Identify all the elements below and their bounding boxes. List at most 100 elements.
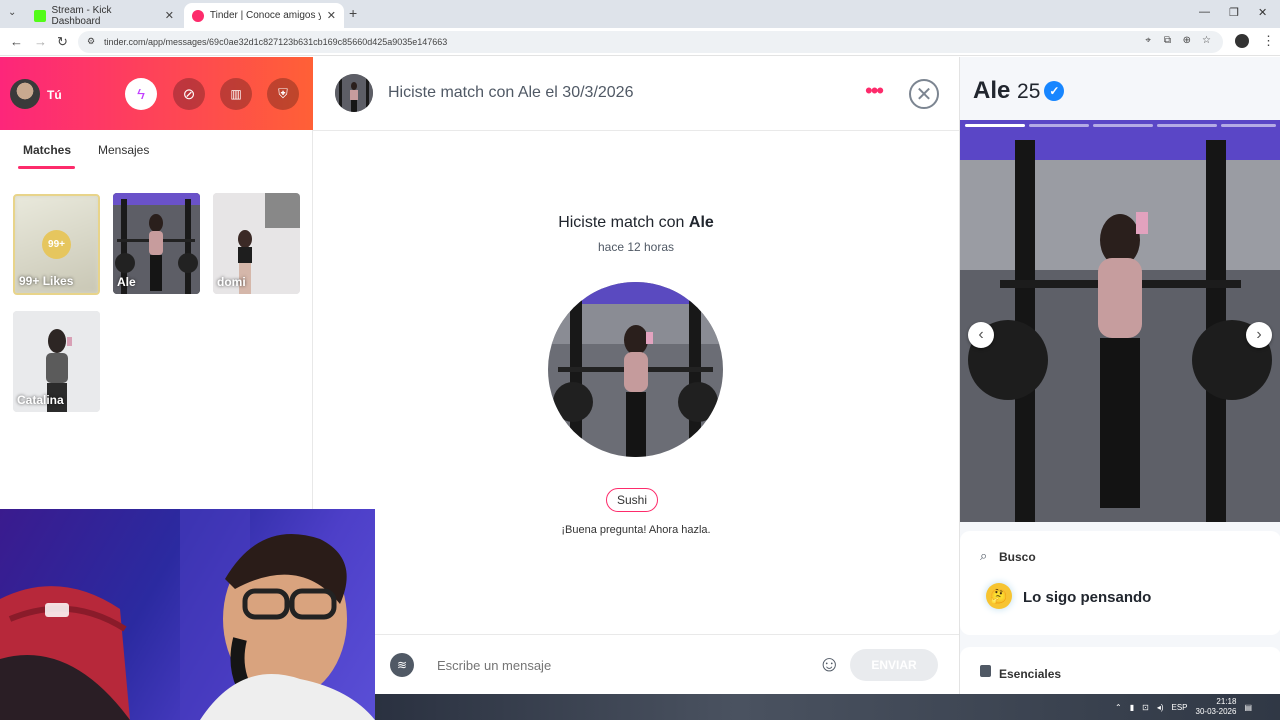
- match-photo-image: [548, 282, 723, 457]
- match-card-ale[interactable]: Ale: [113, 193, 200, 294]
- sidebar-tabs: Matches Mensajes: [0, 130, 313, 170]
- network-icon[interactable]: ⊡: [1142, 703, 1149, 712]
- volume-icon[interactable]: ◂): [1157, 703, 1164, 712]
- message-composer: ≋ ☺ ENVIAR: [375, 634, 959, 694]
- profile-panel: Ale 25 ✓ ‹ › ⌕ Busco 🤔 Lo sigo pensando …: [959, 57, 1280, 707]
- windows-taskbar: ⌃ ▮ ⊡ ◂) ESP 21:18 30-03-2026 ▤: [375, 694, 1280, 720]
- send-button[interactable]: ENVIAR: [850, 649, 938, 681]
- zoom-icon[interactable]: ⊕: [1183, 35, 1191, 46]
- browser-menu-icon[interactable]: ⋮: [1262, 33, 1275, 49]
- match-name: Catalina: [17, 393, 64, 407]
- message-input[interactable]: [437, 653, 807, 677]
- tab-label: Stream - Kick Dashboard: [51, 4, 112, 27]
- tab-kick-dashboard[interactable]: Stream - Kick Dashboard ✕: [26, 3, 182, 28]
- topic-chip[interactable]: Sushi: [606, 488, 659, 512]
- battery-icon[interactable]: ▮: [1130, 703, 1134, 712]
- boost-button[interactable]: ϟ: [125, 78, 157, 110]
- match-card-domi[interactable]: domi: [213, 193, 300, 294]
- tab-tinder[interactable]: Tinder | Conoce amigos y gente ✕: [184, 3, 344, 28]
- profile-avatar-icon[interactable]: [1235, 34, 1249, 48]
- looking-for-value: Lo sigo pensando: [1023, 589, 1152, 606]
- chevron-right-icon: ›: [1256, 326, 1262, 343]
- match-profile-photo[interactable]: [548, 282, 723, 457]
- url-text: tinder.com/app/messages/69c0ae32d1c82712…: [104, 37, 448, 47]
- profile-photo: [960, 120, 1280, 522]
- close-chat-button[interactable]: ✕: [909, 79, 939, 109]
- photo-indicator: [1157, 124, 1217, 127]
- kick-favicon-icon: [34, 9, 46, 22]
- briefcase-icon: ▥: [230, 87, 242, 101]
- minimize-icon[interactable]: —: [1199, 6, 1210, 18]
- id-card-icon: [980, 665, 991, 677]
- webcam-feed: [0, 509, 375, 720]
- back-icon[interactable]: ←: [10, 34, 23, 49]
- likes-count-badge: 99+: [42, 230, 71, 259]
- lightning-icon: ϟ: [137, 85, 145, 103]
- safety-button[interactable]: ⛨: [267, 78, 299, 110]
- essentials-label: Esenciales: [999, 667, 1062, 681]
- close-tab-icon[interactable]: ✕: [327, 9, 336, 22]
- match-time: hace 12 horas: [597, 240, 675, 254]
- location-icon[interactable]: ⌖: [1145, 35, 1151, 46]
- sidebar-header: Tú ϟ ⊘ ▥ ⛨: [0, 57, 313, 130]
- webcam-overlay: [0, 509, 375, 720]
- compass-icon: ⊘: [182, 86, 196, 103]
- language-indicator[interactable]: ESP: [1172, 703, 1188, 712]
- tray-chevron-icon[interactable]: ⌃: [1115, 703, 1122, 712]
- search-icon: ⌕: [980, 548, 988, 563]
- match-headline: Hiciste match con Ale: [313, 214, 959, 232]
- likes-label: 99+ Likes: [19, 274, 74, 288]
- bookmark-star-icon[interactable]: ☆: [1202, 35, 1211, 46]
- notifications-icon[interactable]: ▤: [1244, 703, 1252, 712]
- address-bar-row: ← → ↻ ⚙ tinder.com/app/messages/69c0ae32…: [0, 28, 1280, 56]
- chat-avatar[interactable]: [335, 74, 373, 112]
- reload-icon[interactable]: ↻: [57, 34, 68, 50]
- active-tab-indicator: [18, 166, 75, 169]
- tab-label: Tinder | Conoce amigos y gente: [209, 10, 321, 21]
- profile-photo-carousel[interactable]: ‹ ›: [960, 120, 1280, 522]
- prev-photo-button[interactable]: ‹: [968, 322, 994, 348]
- close-window-icon[interactable]: ✕: [1258, 6, 1267, 19]
- briefcase-button[interactable]: ▥: [220, 78, 252, 110]
- chat-header: Hiciste match con Ale el 30/3/2026 ••• ✕: [313, 57, 959, 131]
- new-tab-icon[interactable]: +: [349, 5, 357, 21]
- profile-age: 25: [1017, 80, 1041, 103]
- likes-card[interactable]: 99+ 99+ Likes: [13, 194, 100, 295]
- thinking-face-icon: 🤔: [986, 583, 1012, 609]
- install-app-icon[interactable]: ⧉: [1164, 35, 1171, 46]
- close-tab-icon[interactable]: ✕: [165, 9, 174, 22]
- chat-title: Hiciste match con Ale el 30/3/2026: [388, 84, 634, 101]
- match-name: Ale: [688, 214, 714, 231]
- url-field[interactable]: ⚙ tinder.com/app/messages/69c0ae32d1c827…: [78, 31, 1223, 53]
- prompt-text: ¡Buena pregunta! Ahora hazla.: [561, 524, 711, 536]
- clock[interactable]: 21:18 30-03-2026: [1196, 697, 1237, 717]
- clock-time: 21:18: [1216, 697, 1237, 706]
- browser-tab-strip: ⌄ Stream - Kick Dashboard ✕ Tinder | Con…: [0, 0, 1280, 28]
- emoji-icon[interactable]: ☺: [818, 652, 840, 676]
- chat-avatar-photo: [335, 74, 373, 112]
- more-options-icon[interactable]: •••: [865, 80, 884, 102]
- match-name: Ale: [117, 275, 136, 289]
- restore-icon[interactable]: ❐: [1229, 6, 1239, 19]
- match-card-catalina[interactable]: Catalina: [13, 311, 100, 412]
- verified-badge-icon: ✓: [1044, 81, 1065, 101]
- forward-icon[interactable]: →: [34, 34, 47, 49]
- explore-button[interactable]: ⊘: [173, 78, 205, 110]
- avatar[interactable]: [10, 79, 40, 109]
- photo-indicator: [1093, 124, 1153, 127]
- profile-name-text: Ale: [973, 77, 1011, 104]
- tab-mensajes[interactable]: Mensajes: [98, 143, 149, 157]
- match-name: domi: [217, 275, 246, 289]
- chevron-left-icon: ‹: [978, 326, 984, 343]
- photo-indicator-active: [965, 124, 1025, 127]
- site-info-icon[interactable]: ⚙: [87, 36, 95, 47]
- spotify-icon[interactable]: ≋: [390, 653, 414, 677]
- user-name-label[interactable]: Tú: [47, 88, 62, 102]
- tab-list-chevron-icon[interactable]: ⌄: [8, 7, 16, 18]
- next-photo-button[interactable]: ›: [1246, 322, 1272, 348]
- tab-matches[interactable]: Matches: [23, 143, 71, 157]
- system-tray: ⌃ ▮ ⊡ ◂) ESP 21:18 30-03-2026 ▤: [1115, 694, 1252, 720]
- profile-name: Ale 25 ✓: [973, 77, 1065, 105]
- tinder-favicon-icon: [192, 9, 204, 22]
- photo-indicator: [1221, 124, 1276, 127]
